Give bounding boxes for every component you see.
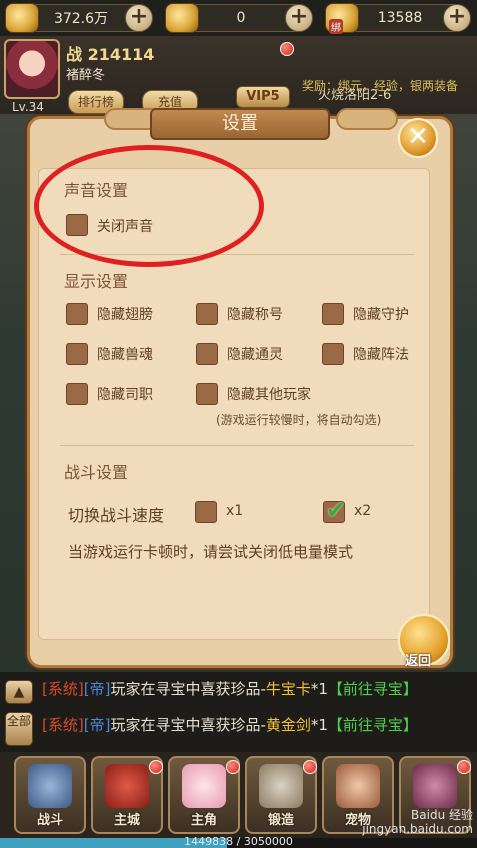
vip-notification-dot: [280, 42, 294, 56]
item-count: *1: [310, 716, 328, 734]
nav-hero[interactable]: 主角: [168, 756, 240, 834]
item-link[interactable]: 牛宝卡: [266, 680, 311, 698]
bound-ingot-resource: 绑 13588 +: [325, 3, 471, 34]
watermark-url: jingyan.baidu.com: [362, 822, 473, 836]
hide-other-players-label: 隐藏其他玩家: [227, 387, 311, 403]
resource-bar: 372.6万 + 0 + 绑 13588 +: [0, 0, 477, 36]
bound-ingot-value: 13588: [377, 10, 423, 26]
nav-city-label: 主城: [113, 813, 140, 828]
gold-ingot-icon: [165, 3, 199, 33]
hide-title-label: 隐藏称号: [227, 307, 283, 323]
low-power-hint: 当游戏运行卡顿时，请尝试关闭低电量模式: [68, 543, 354, 561]
divider: [60, 445, 414, 446]
item-link[interactable]: 黄金剑: [266, 716, 311, 734]
nav-forge[interactable]: 锻造: [245, 756, 317, 834]
back-label: 返回: [405, 654, 432, 669]
power-value: 214114: [87, 45, 155, 64]
add-gold-button[interactable]: +: [285, 4, 313, 32]
hide-spirit-checkbox[interactable]: [196, 343, 218, 365]
battle-speed-label: 切换战斗速度: [68, 506, 165, 525]
chat-panel: ▲ 全部 [系统][帝]玩家在寻宝中喜获珍品-牛宝卡*1【前往寻宝】 [系统][…: [0, 672, 477, 752]
goto-treasure-link[interactable]: 【前往寻宝】: [328, 716, 418, 734]
bound-tag: 绑: [329, 19, 343, 34]
combat-power: 战 214114: [66, 41, 154, 65]
display-settings-heading: 显示设置: [64, 272, 129, 291]
notification-dot: [226, 760, 240, 774]
nav-hero-label: 主角: [190, 813, 217, 828]
silver-resource: 372.6万 +: [5, 3, 153, 33]
settings-title: 设置: [150, 108, 330, 140]
notification-dot: [457, 760, 471, 774]
speed-x1-checkbox[interactable]: [195, 501, 217, 523]
checkmark-icon: ✔: [326, 496, 347, 524]
nav-forge-label: 锻造: [267, 813, 294, 828]
system-tag: [系统]: [42, 680, 84, 698]
hide-guardian-label: 隐藏守护: [353, 307, 409, 323]
player-name: 褚醉冬: [66, 68, 106, 83]
hide-beast-soul-checkbox[interactable]: [66, 343, 88, 365]
hide-duty-checkbox[interactable]: [66, 383, 88, 405]
power-label: 战: [66, 45, 83, 64]
experience-bar: 1449838 / 3050000: [0, 835, 477, 848]
watermark: Baidu 经验 jingyan.baidu.com: [358, 808, 473, 836]
player-info-bar: Lv.34 战 214114 褚醉冬 排行榜 充值 VIP5 火烧洛阳2-6: [0, 36, 477, 114]
channel-tag: [帝]: [83, 680, 111, 698]
nav-city[interactable]: 主城: [91, 756, 163, 834]
chat-all-button[interactable]: 全部: [5, 712, 33, 746]
hide-formation-checkbox[interactable]: [322, 343, 344, 365]
hide-wings-checkbox[interactable]: [66, 303, 88, 325]
city-banner-icon: [105, 764, 149, 808]
player-level: Lv.34: [12, 100, 44, 114]
add-bound-ingot-button[interactable]: +: [443, 4, 471, 32]
add-silver-button[interactable]: +: [125, 4, 153, 32]
hero-portrait-icon: [182, 764, 226, 808]
item-count: *1: [310, 680, 328, 698]
silver-value: 372.6万: [53, 11, 109, 27]
speed-x2-label: x2: [354, 503, 372, 519]
hide-formation-label: 隐藏阵法: [353, 347, 409, 363]
hide-beast-soul-label: 隐藏兽魂: [97, 347, 153, 363]
goto-treasure-link[interactable]: 【前往寻宝】: [328, 680, 418, 698]
crossed-swords-icon: [28, 764, 72, 808]
message-text: 玩家在寻宝中喜获珍品-: [110, 680, 266, 698]
notification-dot: [303, 760, 317, 774]
message-text: 玩家在寻宝中喜获珍品-: [110, 716, 266, 734]
helmet-icon: [413, 764, 457, 808]
panel-ornament-right: [336, 108, 398, 130]
auto-check-note: (游戏运行较慢时，将自动勾选): [216, 413, 382, 427]
hide-guardian-checkbox[interactable]: [322, 303, 344, 325]
gold-value: 0: [236, 10, 246, 26]
hide-spirit-label: 隐藏通灵: [227, 347, 283, 363]
notification-dot: [149, 760, 163, 774]
chat-message: [系统][帝]玩家在寻宝中喜获珍品-牛宝卡*1【前往寻宝】: [42, 678, 418, 699]
channel-tag: [帝]: [83, 716, 111, 734]
speed-x2-checkbox[interactable]: ✔: [323, 496, 346, 524]
hide-other-players-checkbox[interactable]: [196, 383, 218, 405]
highlight-ring: [34, 145, 264, 267]
system-tag: [系统]: [42, 716, 84, 734]
quest-reward: 奖励：绑元，经验，银两装备: [302, 79, 459, 93]
collapse-chat-button[interactable]: ▲: [5, 680, 33, 704]
nav-battle-label: 战斗: [36, 813, 63, 828]
experience-text: 1449838 / 3050000: [184, 835, 293, 848]
hide-title-checkbox[interactable]: [196, 303, 218, 325]
hide-wings-label: 隐藏翅膀: [97, 307, 153, 323]
hide-duty-label: 隐藏司职: [97, 387, 153, 403]
player-avatar[interactable]: [4, 39, 60, 99]
hammer-icon: [259, 764, 303, 808]
nav-battle[interactable]: 战斗: [14, 756, 86, 834]
chat-message: [系统][帝]玩家在寻宝中喜获珍品-黄金剑*1【前往寻宝】: [42, 714, 418, 735]
watermark-title: Baidu 经验: [411, 808, 473, 822]
silver-coin-icon: [5, 3, 39, 33]
gold-resource: 0 +: [165, 3, 313, 33]
pet-icon: [336, 764, 380, 808]
close-icon[interactable]: ✕: [398, 118, 438, 158]
speed-x1-label: x1: [226, 503, 244, 519]
vip-badge[interactable]: VIP5: [236, 86, 290, 108]
battle-settings-heading: 战斗设置: [64, 463, 129, 482]
